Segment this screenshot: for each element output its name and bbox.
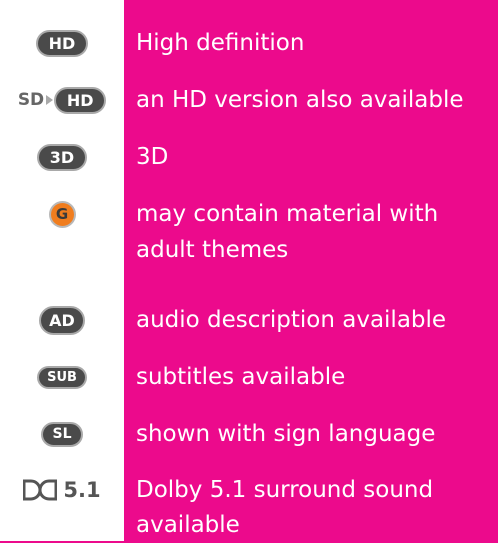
- description-line-1: may contain material with: [136, 201, 439, 227]
- sd-label: SD: [17, 90, 45, 110]
- dolby-double-d-icon: [23, 479, 58, 501]
- description: subtitles available: [136, 364, 346, 390]
- hd-badge-icon: HD: [54, 86, 107, 114]
- description: High definition: [136, 30, 305, 56]
- icon-cell: SL: [0, 413, 124, 455]
- icon-cell: SUB: [0, 356, 124, 398]
- description-line-2: adult themes: [136, 237, 289, 263]
- icon-cell: HD: [0, 22, 124, 64]
- description-line-1: Dolby 5.1 surround sound: [136, 477, 434, 503]
- sub-badge-icon: SUB: [37, 365, 87, 389]
- icon-cell: 3D: [0, 136, 124, 178]
- dolby-logo: 5.1: [23, 478, 101, 502]
- icon-cell: AD: [0, 299, 124, 341]
- icon-cell: SD HD: [0, 79, 124, 121]
- 3d-badge-icon: 3D: [37, 143, 87, 171]
- dolby-5-1-label: 5.1: [63, 478, 101, 502]
- description: 3D: [136, 144, 169, 170]
- hd-badge-icon: HD: [36, 29, 88, 57]
- g-rating-icon: G: [48, 200, 76, 228]
- description-line-2: available: [136, 512, 240, 538]
- arrow-right-icon: [46, 95, 54, 105]
- description: shown with sign language: [136, 421, 436, 447]
- description: an HD version also available: [136, 87, 464, 113]
- icon-cell: 5.1: [0, 469, 124, 511]
- ad-badge-icon: AD: [39, 305, 85, 335]
- description: audio description available: [136, 307, 447, 333]
- icon-cell: G: [0, 193, 124, 235]
- sl-badge-icon: SL: [41, 421, 83, 447]
